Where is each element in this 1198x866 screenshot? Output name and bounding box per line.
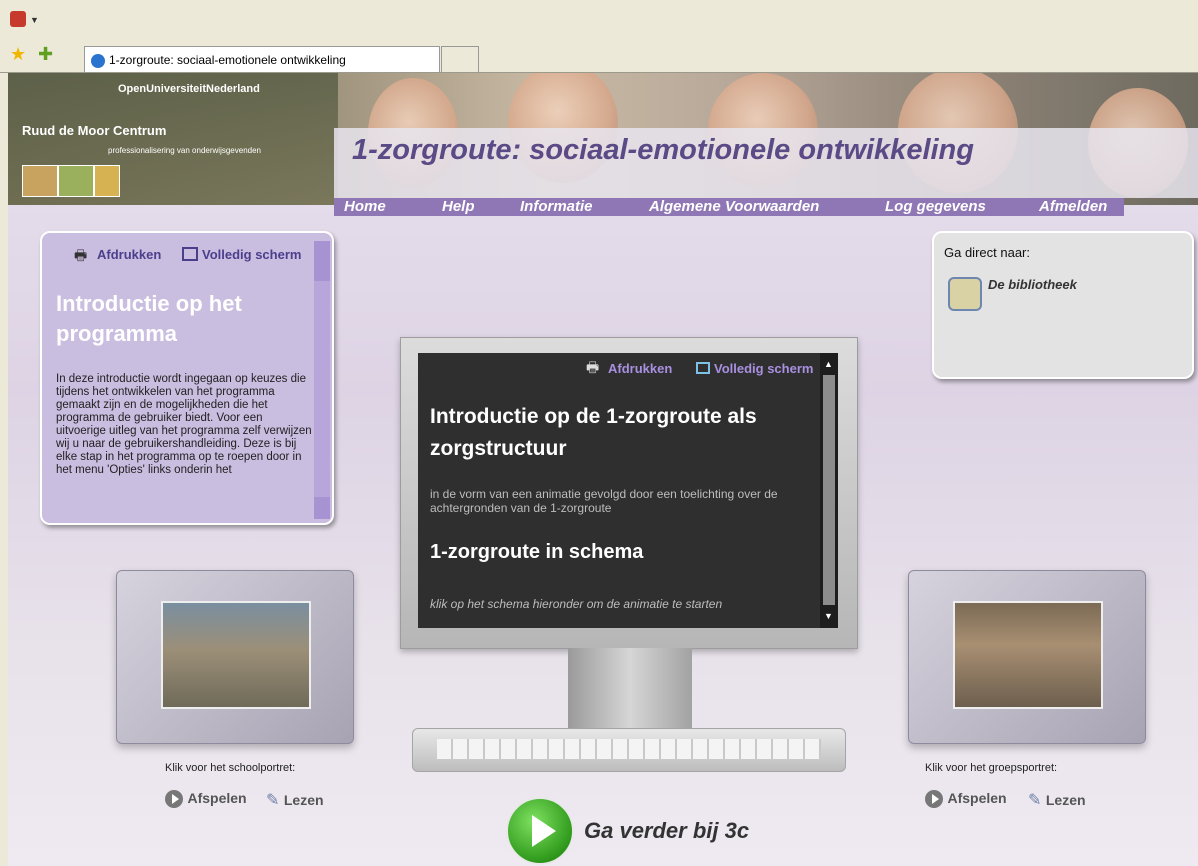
scroll-down-button[interactable] bbox=[314, 497, 330, 519]
screen-subtitle: in de vorm van een animatie gevolgd door… bbox=[430, 487, 778, 515]
logo-block: OpenUniversiteitNederland Ruud de Moor C… bbox=[8, 73, 338, 205]
logo-thumb bbox=[58, 165, 94, 197]
new-tab-button[interactable] bbox=[441, 46, 479, 72]
school-portrait-caption: Klik voor het schoolportret: bbox=[165, 762, 296, 774]
school-photo[interactable] bbox=[161, 601, 311, 709]
screen-fullscreen-link[interactable]: Volledig scherm bbox=[714, 361, 813, 376]
screen-heading-2: 1-zorgroute in schema bbox=[430, 541, 644, 563]
library-icon[interactable] bbox=[948, 277, 982, 311]
org-subtitle: professionalisering van onderwijsgevende… bbox=[108, 146, 261, 155]
continue-label[interactable]: Ga verder bij 3c bbox=[584, 818, 749, 844]
edit-icon: ✎ bbox=[266, 792, 280, 809]
panel-scrollbar[interactable] bbox=[314, 241, 330, 519]
screen-hint: klik op het schema hieronder om de anima… bbox=[430, 597, 723, 611]
screen-heading: Introductie op de 1-zorgroute als zorgst… bbox=[430, 405, 757, 460]
group-portrait-frame[interactable] bbox=[908, 570, 1146, 744]
school-read-label[interactable]: Lezen bbox=[284, 792, 324, 808]
screen-print-link[interactable]: Afdrukken bbox=[608, 361, 672, 376]
fullscreen-icon[interactable] bbox=[182, 247, 198, 261]
pdf-icon[interactable] bbox=[10, 11, 26, 27]
keyboard bbox=[412, 728, 846, 772]
group-portrait-caption: Klik voor het groepsportret: bbox=[925, 762, 1058, 774]
keyboard-keys bbox=[437, 739, 821, 759]
school-portrait-frame[interactable] bbox=[116, 570, 354, 744]
page-title: 1-zorgroute: sociaal-emotionele ontwikke… bbox=[352, 134, 974, 166]
quick-links-label: Ga direct naar: bbox=[944, 245, 1030, 260]
dropdown-arrow-icon[interactable]: ▼ bbox=[30, 15, 39, 25]
play-icon bbox=[165, 790, 183, 808]
nav-afmelden[interactable]: Afmelden bbox=[1039, 198, 1107, 216]
quick-links-panel: Ga direct naar: De bibliotheek bbox=[932, 231, 1194, 379]
edit-icon: ✎ bbox=[1028, 792, 1042, 809]
monitor-screen: 🖶 Afdrukken Volledig scherm Introductie … bbox=[418, 353, 838, 628]
title-box: 1-zorgroute: sociaal-emotionele ontwikke… bbox=[334, 128, 1198, 198]
nav-help[interactable]: Help bbox=[442, 198, 475, 216]
monitor-stand bbox=[568, 648, 692, 728]
web-page: OpenUniversiteitNederland Ruud de Moor C… bbox=[8, 73, 1198, 866]
ie-page-icon bbox=[91, 53, 105, 68]
favorites-star-icon[interactable]: ★ bbox=[10, 44, 26, 65]
group-read[interactable]: ✎ Lezen bbox=[1028, 790, 1086, 810]
group-play-label[interactable]: Afspelen bbox=[947, 790, 1006, 806]
screen-scrollbar[interactable]: ▲ ▼ bbox=[820, 353, 838, 628]
add-favorite-icon[interactable]: ✚ bbox=[38, 44, 53, 65]
school-play[interactable]: Afspelen bbox=[165, 790, 247, 808]
logo-thumb bbox=[94, 165, 120, 197]
university-logo: OpenUniversiteitNederland bbox=[118, 83, 260, 95]
nav-home[interactable]: Home bbox=[344, 198, 386, 216]
group-play[interactable]: Afspelen bbox=[925, 790, 1007, 808]
print-link[interactable]: Afdrukken bbox=[97, 247, 161, 262]
printer-icon[interactable]: 🖶 bbox=[586, 357, 599, 381]
nav-algemene-voorwaarden[interactable]: Algemene Voorwaarden bbox=[649, 198, 819, 216]
play-icon bbox=[532, 815, 556, 847]
fullscreen-icon[interactable] bbox=[696, 362, 710, 374]
tab-active[interactable]: 1-zorgroute: sociaal-emotionele ontwikke… bbox=[84, 46, 440, 72]
panel-heading: Introductie op het programma bbox=[56, 291, 242, 346]
panel-body: In deze introductie wordt ingegaan op ke… bbox=[56, 373, 312, 476]
nav-log-gegevens[interactable]: Log gegevens bbox=[885, 198, 986, 216]
printer-icon[interactable]: 🖶 bbox=[74, 245, 87, 269]
logo-thumb bbox=[22, 165, 58, 197]
scroll-up-icon[interactable]: ▲ bbox=[824, 359, 833, 369]
scroll-thumb[interactable] bbox=[823, 375, 835, 605]
group-photo[interactable] bbox=[953, 601, 1103, 709]
tab-title: 1-zorgroute: sociaal-emotionele ontwikke… bbox=[109, 53, 346, 67]
nav-informatie[interactable]: Informatie bbox=[520, 198, 593, 216]
group-read-label[interactable]: Lezen bbox=[1046, 792, 1086, 808]
library-link[interactable]: De bibliotheek bbox=[988, 277, 1077, 292]
fullscreen-link[interactable]: Volledig scherm bbox=[202, 247, 301, 262]
play-icon bbox=[925, 790, 943, 808]
org-name: Ruud de Moor Centrum bbox=[22, 123, 167, 138]
browser-command-bar: ▼ bbox=[0, 0, 1198, 39]
intro-panel: 🖶 Afdrukken Volledig scherm Introductie … bbox=[40, 231, 334, 525]
scroll-down-icon[interactable]: ▼ bbox=[824, 611, 833, 621]
continue-play-button[interactable] bbox=[506, 797, 574, 865]
school-play-label[interactable]: Afspelen bbox=[187, 790, 246, 806]
school-read[interactable]: ✎ Lezen bbox=[266, 790, 324, 810]
scroll-up-button[interactable] bbox=[314, 241, 330, 281]
